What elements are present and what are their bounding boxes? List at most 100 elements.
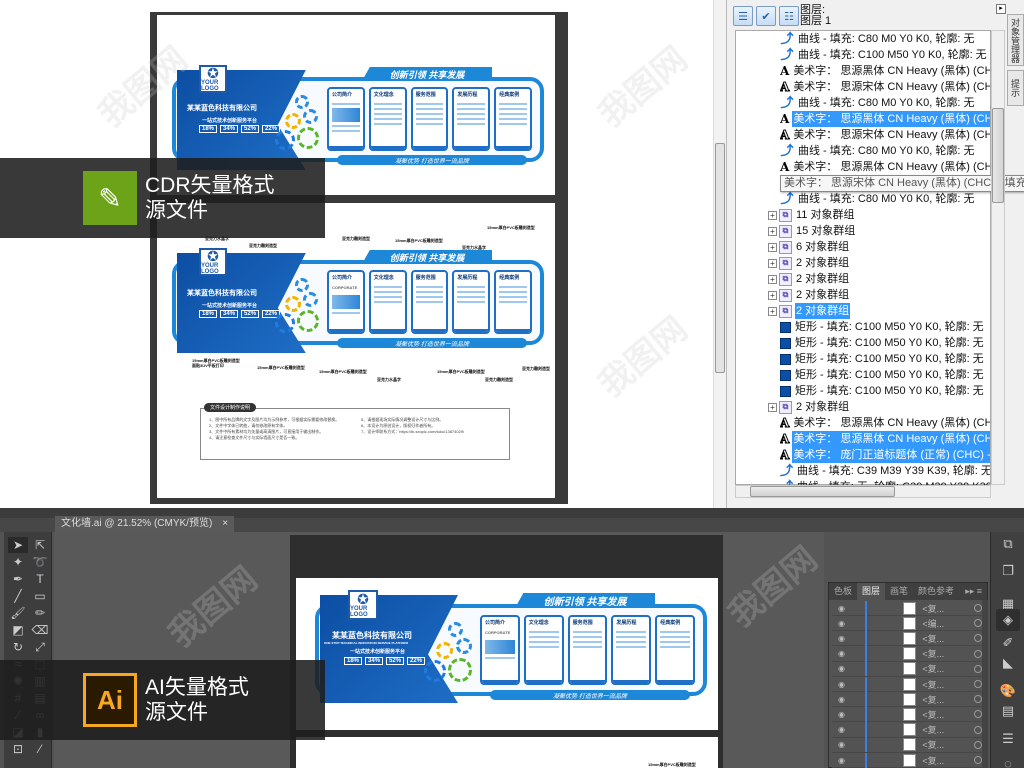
visibility-eye-icon[interactable]: ◉ [832, 756, 851, 765]
tab-swatches[interactable]: 色板 [829, 583, 857, 600]
cdr-vertical-scrollbar[interactable] [713, 0, 726, 508]
target-circle-icon[interactable] [974, 649, 983, 658]
culture-wall-design-annotated[interactable]: ✪ YOUR LOGO 某某蓝色科技有限公司 一站式技术创新服务平台 18% 34… [167, 248, 545, 358]
layer-row[interactable]: ◉ <复... [832, 600, 983, 616]
magic-wand-tool-icon[interactable]: ✦ [8, 554, 28, 570]
artboard-tool-icon[interactable]: ⊡ [8, 741, 28, 757]
visibility-eye-icon[interactable]: ◉ [832, 695, 851, 704]
visibility-eye-icon[interactable]: ◉ [832, 604, 851, 613]
object-tree-row[interactable]: + ⧉ 2 对象群组 [768, 399, 850, 415]
visibility-eye-icon[interactable]: ◉ [832, 649, 851, 658]
line-tool-icon[interactable]: ╱ [8, 588, 28, 604]
gradient-icon[interactable]: ▤ [996, 700, 1020, 722]
object-tree-row[interactable]: 矩形 - 填充: C100 M50 Y0 K0, 轮廓: 无 [780, 367, 985, 383]
object-tree-row[interactable]: 矩形 - 填充: C100 M50 Y0 K0, 轮廓: 无 [780, 335, 985, 351]
layers-icon[interactable]: ◈ [996, 609, 1020, 631]
ai-artboard-2[interactable]: 15mm厚白PVC板雕刻造型 [296, 737, 718, 768]
visibility-eye-icon[interactable]: ◉ [832, 619, 851, 628]
gradient-quarter-icon[interactable]: ◣ [996, 652, 1020, 674]
stroke-icon[interactable]: ☰ [996, 728, 1020, 750]
object-tree-row[interactable]: + ⧉ 11 对象群组 [768, 207, 855, 223]
layer-manager-view-icon[interactable]: ☷ [779, 6, 799, 26]
object-tree-row[interactable]: ⤴ 曲线 - 填充: C80 M0 Y0 K0, 轮廓: 无 [780, 95, 975, 111]
cdr-scroll-thumb[interactable] [715, 143, 725, 373]
brushes-icon[interactable]: ✐ [996, 632, 1020, 654]
object-tree-row[interactable]: + ⧉ 2 对象群组 [768, 255, 850, 271]
eraser-tool-icon[interactable]: ⌫ [30, 622, 50, 638]
target-circle-icon[interactable] [974, 604, 983, 612]
ai-artboard-1[interactable]: ✪ YOUR LOGO 某某蓝色科技有限公司 ONE STOP TECHNICAL… [296, 578, 718, 730]
rectangle-tool-icon[interactable]: ▭ [30, 588, 50, 604]
object-tree-vscrollbar[interactable] [991, 30, 1005, 485]
paintbrush-tool-icon[interactable]: 🖌 [8, 605, 28, 621]
lasso-tool-icon[interactable]: ➰ [30, 554, 50, 570]
object-tree-row[interactable]: 矩形 - 填充: C100 M50 Y0 K0, 轮廓: 无 [780, 351, 985, 367]
expand-toggle-icon[interactable]: + [768, 306, 777, 316]
scale-tool-icon[interactable]: ⤢ [30, 639, 50, 655]
target-circle-icon[interactable] [974, 740, 983, 749]
culture-wall-design-ai[interactable]: ✪ YOUR LOGO 某某蓝色科技有限公司 ONE STOP TECHNICAL… [310, 590, 710, 708]
layer-row[interactable]: ◉ <复... [832, 676, 983, 692]
object-tree-row[interactable]: A 美术字： 思源黑体 CN Heavy (黑体) (CHC) - [780, 159, 990, 175]
document-tab[interactable]: 文化墙.ai @ 21.52% (CMYK/预览) × [55, 516, 235, 532]
target-circle-icon[interactable] [974, 710, 983, 719]
layer-row[interactable]: ◉ <复... [832, 646, 983, 662]
show-object-properties-icon[interactable]: ☰ [733, 6, 753, 26]
object-tree-row[interactable]: + ⧉ 2 对象群组 [768, 271, 850, 287]
object-tree-row[interactable]: A 美术字： 思源黑体 CN Heavy (黑体) (CHC) - [780, 63, 990, 79]
expand-toggle-icon[interactable]: + [768, 242, 777, 252]
layer-row[interactable]: ◉ <编... [832, 615, 983, 632]
object-tree-vscroll-thumb[interactable] [992, 108, 1004, 203]
direct-selection-tool-icon[interactable]: ⇱ [30, 537, 50, 553]
object-tree-row[interactable]: 矩形 - 填充: C100 M50 Y0 K0, 轮廓: 无 [780, 383, 985, 399]
expand-toggle-icon[interactable]: + [768, 290, 777, 300]
object-tree-row[interactable]: ⤴ 曲线 - 填充: C100 M50 Y0 K0, 轮廓: 无 [780, 47, 988, 63]
layer-row[interactable]: ◉ <复... [832, 722, 983, 738]
target-circle-icon[interactable] [974, 664, 983, 673]
object-tree-row[interactable]: A 美术字： 思源黑体 CN Heavy (黑体) (CHC) - [780, 111, 990, 127]
selection-tool-icon[interactable]: ➤ [8, 537, 28, 553]
target-circle-icon[interactable] [974, 756, 983, 764]
object-tree-row[interactable]: + ⧉ 6 对象群组 [768, 239, 850, 255]
expand-toggle-icon[interactable]: + [768, 402, 777, 412]
object-tree-row[interactable]: + ⧉ 2 对象群组 [768, 303, 851, 319]
appearance-icon[interactable]: ◌ [996, 752, 1020, 774]
slice-tool-icon[interactable]: ⁄ [30, 741, 50, 757]
expand-toggle-icon[interactable]: + [768, 258, 777, 268]
target-circle-icon[interactable] [974, 619, 983, 628]
object-tree-row[interactable]: A美术字： 思源宋体 CN Heavy (黑体) (CHC) - [780, 79, 990, 95]
visibility-eye-icon[interactable]: ◉ [832, 680, 851, 689]
pencil-tool-icon[interactable]: ✏ [30, 605, 50, 621]
tab-color-guide[interactable]: 颜色参考 [913, 583, 959, 600]
artboards-icon[interactable]: ⧉ [996, 533, 1020, 555]
visibility-eye-icon[interactable]: ◉ [832, 725, 851, 734]
visibility-eye-icon[interactable]: ◉ [832, 634, 851, 643]
edit-across-layers-icon[interactable]: ✔ [756, 6, 776, 26]
object-tree-row[interactable]: ⤴ 曲线 - 填充: C80 M0 Y0 K0, 轮廓: 无 [780, 143, 975, 159]
rotate-tool-icon[interactable]: ↻ [8, 639, 28, 655]
layers-scrollbar[interactable] [982, 600, 988, 768]
target-circle-icon[interactable] [974, 695, 983, 704]
target-circle-icon[interactable] [974, 725, 983, 734]
blob-brush-tool-icon[interactable]: ◩ [8, 622, 28, 638]
target-circle-icon[interactable] [974, 680, 983, 688]
tab-brushes[interactable]: 画笔 [885, 583, 913, 600]
expand-toggle-icon[interactable]: + [768, 274, 777, 284]
pen-tool-icon[interactable]: ✒ [8, 571, 28, 587]
visibility-eye-icon[interactable]: ◉ [832, 664, 851, 673]
object-tree-row[interactable]: A 美术字： 思源黑体 CN Heavy (黑体) (CHC) - [780, 431, 990, 447]
docker-tab-hints[interactable]: 提示 [1007, 70, 1024, 106]
layer-row[interactable]: ◉ <复... [832, 706, 983, 723]
type-tool-icon[interactable]: T [30, 571, 50, 587]
object-tree-row[interactable]: A美术字： 思源宋体 CN Heavy (黑体) (CHC) - [780, 127, 990, 143]
layer-row[interactable]: ◉ <复... [832, 752, 983, 768]
docker-tab-object-manager[interactable]: 对象管理器 [1007, 14, 1024, 66]
target-circle-icon[interactable] [974, 634, 983, 643]
object-tree-row[interactable]: ⤴ 曲线 - 填充: C80 M0 Y0 K0, 轮廓: 无 [780, 31, 975, 47]
object-tree-row[interactable]: A 美术字： 思源黑体 CN Heavy (黑体) (CHC) - [780, 415, 990, 431]
object-tree-row[interactable]: + ⧉ 15 对象群组 [768, 223, 856, 239]
layer-row[interactable]: ◉ <复... [832, 630, 983, 647]
object-tree-hscroll-thumb[interactable] [750, 486, 895, 497]
layer-row[interactable]: ◉ <复... [832, 661, 983, 677]
object-tree-row[interactable]: A美术字： 庞门正道标题体 (正常) (CHC) - 填充 [780, 447, 990, 463]
